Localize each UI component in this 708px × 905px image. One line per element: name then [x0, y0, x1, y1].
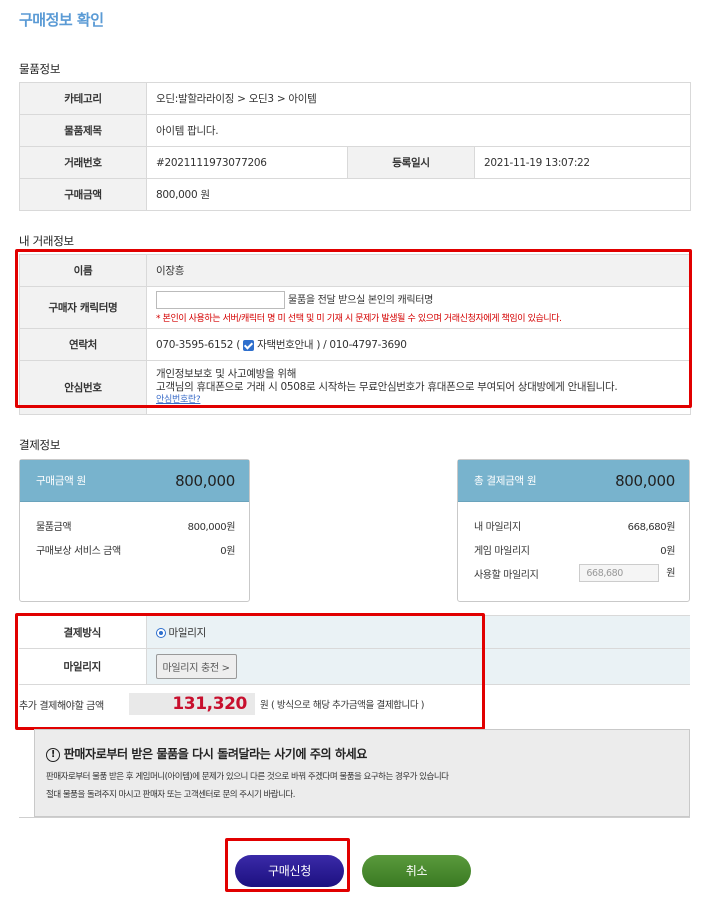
extra-payment-amount: 131,320 — [129, 693, 255, 715]
char-help-text: 물품을 전달 받으실 본인의 캐릭터명 — [288, 295, 434, 306]
category-value: 오딘:발할라라이징 > 오딘3 > 아이템 — [145, 82, 692, 115]
trade-no-value: #2021111973077206 — [146, 146, 348, 179]
item-price-value: 800,000원 — [187, 522, 236, 533]
method-cell: 마일리지 — [146, 615, 690, 649]
safe-number-link[interactable]: 안심번호란? — [156, 394, 681, 407]
subject-label: 물품제목 — [19, 114, 147, 147]
contact-mobile: ) / 010-4797-3690 — [316, 339, 407, 351]
char-label: 구매자 캐릭터명 — [19, 286, 147, 329]
table-row: 안심번호 개인정보보호 및 사고예방을 위해 고객님의 휴대폰으로 거래 시 0… — [19, 360, 691, 415]
item-price-row: 물품금액 800,000원 — [36, 518, 235, 533]
use-mileage-unit: 원 — [666, 568, 675, 579]
reg-date-label: 등록일시 — [347, 146, 475, 179]
mileage-charge-button[interactable]: 마일리지 충전 > — [155, 654, 237, 679]
contact-phone: 070-3595-6152 ( — [156, 339, 240, 351]
character-name-input[interactable] — [156, 291, 285, 309]
warning-line-2: 절대 물품을 돌려주지 마시고 판매자 또는 고객센터로 문의 주시기 바랍니다… — [46, 790, 295, 800]
my-mileage-row: 내 마일리지 668,680원 — [474, 518, 675, 533]
game-mileage-label: 게임 마일리지 — [474, 546, 530, 557]
use-mileage-row: 사용할 마일리지 668,680 원 — [474, 564, 675, 582]
name-value: 이장흥 — [146, 254, 691, 287]
home-number-checkbox[interactable] — [243, 339, 255, 351]
item-section-title: 물품정보 — [19, 62, 61, 76]
subject-value: 아이템 팝니다. — [145, 114, 692, 147]
warning-line-1: 판매자로부터 물품 받은 후 게임머니(아이템)에 문제가 있으니 다른 것으로… — [46, 772, 449, 782]
reg-date-value: 2021-11-19 13:07:22 — [473, 146, 692, 179]
table-row: 구매금액 800,000 원 — [19, 178, 692, 211]
extra-payment-label: 추가 결제해야할 금액 — [19, 700, 104, 712]
home-number-label: 자택번호안내 — [257, 339, 314, 351]
game-mileage-value: 0원 — [660, 546, 675, 557]
method-label: 결제방식 — [19, 615, 147, 649]
page-title: 구매정보 확인 — [19, 11, 104, 29]
mileage-label: 마일리지 — [19, 648, 147, 685]
char-warning-text: * 본인이 사용하는 서버/캐릭터 명 미 선택 및 미 기재 시 문제가 발생… — [156, 314, 562, 324]
payment-method-table: 결제방식 마일리지 마일리지 마일리지 충전 > — [19, 615, 690, 685]
purchase-request-button[interactable]: 구매신청 — [235, 855, 344, 887]
total-payment-label: 총 결제금액 원 — [474, 475, 537, 487]
purchase-amount-value: 800,000 — [175, 471, 235, 490]
table-row: 물품제목 아이템 팝니다. — [19, 114, 692, 147]
safe-number-cell: 개인정보보호 및 사고예방을 위해 고객님의 휴대폰으로 거래 시 0508로 … — [146, 360, 691, 415]
table-row: 이름 이장흥 — [19, 254, 691, 287]
category-label: 카테고리 — [19, 82, 147, 115]
table-row: 거래번호 #2021111973077206 등록일시 2021-11-19 1… — [19, 146, 692, 179]
item-info-table: 카테고리 오딘:발할라라이징 > 오딘3 > 아이템 물품제목 아이템 팝니다.… — [19, 82, 692, 211]
total-payment-value: 800,000 — [615, 471, 675, 490]
warning-icon: ! — [46, 747, 60, 762]
table-row: 결제방식 마일리지 — [19, 615, 690, 649]
method-value: 마일리지 — [168, 626, 207, 639]
item-price-label: 물품금액 — [36, 522, 72, 533]
table-row: 연락처 070-3595-6152 ( 자택번호안내 ) / 010-4797-… — [19, 328, 691, 361]
contact-label: 연락처 — [19, 328, 147, 361]
extra-payment-note: 원 ( 방식으로 해당 추가금액을 결제합니다 ) — [260, 700, 425, 711]
cancel-button[interactable]: 취소 — [362, 855, 471, 887]
price-label: 구매금액 — [19, 178, 147, 211]
purchase-amount-label: 구매금액 원 — [36, 475, 86, 487]
warning-title-row: ! 판매자로부터 받은 물품을 다시 돌려달라는 사기에 주의 하세요 — [46, 745, 367, 762]
table-row: 카테고리 오딘:발할라라이징 > 오딘3 > 아이템 — [19, 82, 692, 115]
extra-payment-row: 추가 결제해야할 금액 131,320 원 ( 방식으로 해당 추가금액을 결제… — [19, 693, 425, 715]
warning-title: 판매자로부터 받은 물품을 다시 돌려달라는 사기에 주의 하세요 — [63, 747, 367, 761]
game-mileage-row: 게임 마일리지 0원 — [474, 542, 675, 557]
my-section-title: 내 거래정보 — [19, 234, 74, 248]
warning-bottom-divider — [19, 817, 690, 818]
compensation-value: 0원 — [220, 546, 235, 557]
price-value: 800,000 원 — [145, 178, 692, 211]
fraud-warning-box: ! 판매자로부터 받은 물품을 다시 돌려달라는 사기에 주의 하세요 판매자로… — [34, 729, 690, 817]
trade-no-label: 거래번호 — [19, 146, 147, 179]
compensation-label: 구매보상 서비스 금액 — [36, 546, 121, 557]
use-mileage-label: 사용할 마일리지 — [474, 569, 539, 581]
use-mileage-input[interactable]: 668,680 — [579, 564, 660, 582]
my-info-table: 이름 이장흥 구매자 캐릭터명 물품을 전달 받으실 본인의 캐릭터명 * 본인… — [19, 254, 691, 415]
my-mileage-label: 내 마일리지 — [474, 522, 521, 533]
purchase-amount-header: 구매금액 원 800,000 — [20, 460, 249, 502]
payment-section-title: 결제정보 — [19, 438, 61, 452]
total-payment-box: 총 결제금액 원 800,000 내 마일리지 668,680원 게임 마일리지… — [457, 459, 690, 602]
my-mileage-value: 668,680원 — [627, 522, 676, 533]
total-payment-header: 총 결제금액 원 800,000 — [458, 460, 689, 502]
name-label: 이름 — [19, 254, 147, 287]
safe-line-1: 개인정보보호 및 사고예방을 위해 — [156, 368, 297, 380]
safe-number-label: 안심번호 — [19, 360, 147, 415]
contact-cell: 070-3595-6152 ( 자택번호안내 ) / 010-4797-3690 — [146, 328, 691, 361]
mileage-radio[interactable] — [155, 627, 166, 638]
safe-line-2: 고객님의 휴대폰으로 거래 시 0508로 시작하는 무료안심번호가 휴대폰으로… — [156, 381, 618, 393]
purchase-amount-box: 구매금액 원 800,000 물품금액 800,000원 구매보상 서비스 금액… — [19, 459, 250, 602]
char-cell: 물품을 전달 받으실 본인의 캐릭터명 * 본인이 사용하는 서버/캐릭터 명 … — [146, 286, 691, 329]
compensation-row: 구매보상 서비스 금액 0원 — [36, 542, 235, 557]
table-row: 마일리지 마일리지 충전 > — [19, 648, 690, 685]
mileage-cell: 마일리지 충전 > — [146, 648, 690, 685]
table-row: 구매자 캐릭터명 물품을 전달 받으실 본인의 캐릭터명 * 본인이 사용하는 … — [19, 286, 691, 329]
